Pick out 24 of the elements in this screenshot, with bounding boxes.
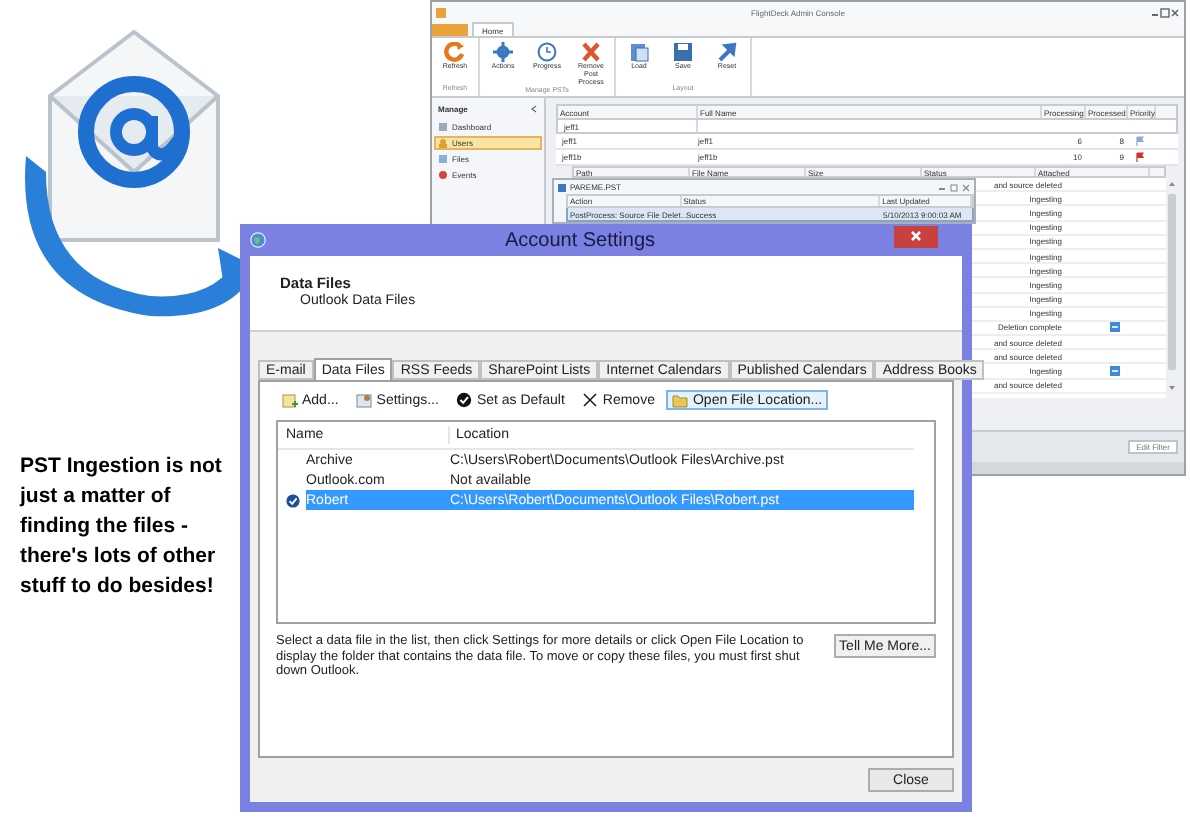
check-circle-icon <box>456 392 473 408</box>
close-icon <box>962 183 970 191</box>
arrow-icon <box>716 42 738 62</box>
list-item-icon <box>438 138 448 148</box>
folder-add-icon <box>282 392 298 408</box>
clock-icon <box>536 42 558 62</box>
grid-icon <box>558 183 566 191</box>
refresh-icon <box>444 42 466 62</box>
caption-text: PST Ingestion is not just a matter of finding the files - there's lots of other stuff to do besides! <box>20 452 224 602</box>
list-item-icon <box>438 122 448 132</box>
globe-icon <box>250 232 266 248</box>
close-icon <box>1170 7 1180 17</box>
cross-icon <box>582 392 599 408</box>
maximize-icon <box>1160 7 1170 17</box>
folder-icon <box>672 392 689 408</box>
cross-icon <box>580 42 602 62</box>
close-button[interactable] <box>894 225 938 247</box>
chevron-icon <box>530 104 538 114</box>
app-icon <box>436 7 446 17</box>
close-icon <box>910 230 922 242</box>
folder-settings-icon <box>356 392 373 408</box>
clipboard-icon <box>628 42 650 62</box>
maximize-icon <box>950 183 958 191</box>
dialog-title: Account Settings <box>502 231 658 249</box>
